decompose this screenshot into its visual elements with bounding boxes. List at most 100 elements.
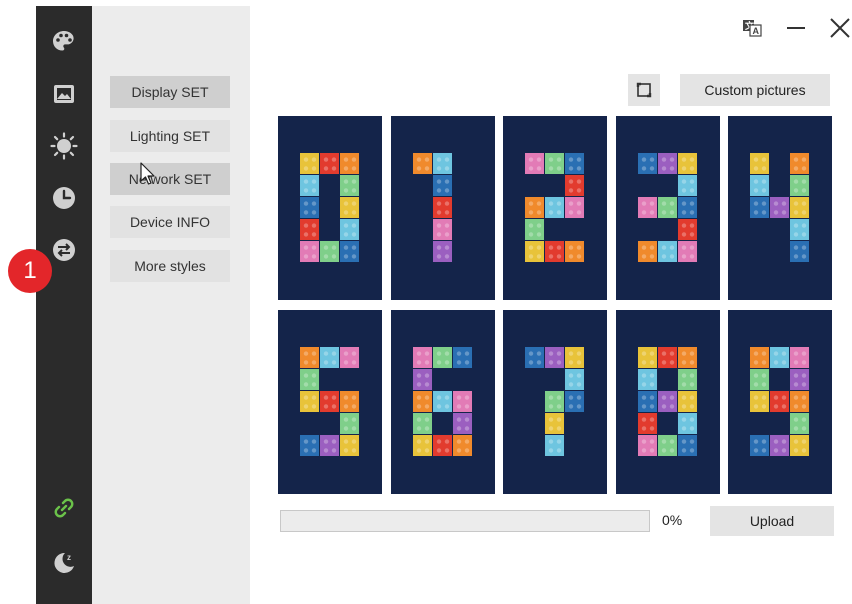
brick-stud <box>351 404 357 409</box>
brick <box>545 391 564 412</box>
brick-stud <box>669 245 674 250</box>
brick-stud <box>781 448 787 453</box>
brick-stud <box>641 157 646 162</box>
brick-stud <box>689 404 694 409</box>
brick-stud <box>436 351 441 356</box>
brick-stud <box>536 166 542 171</box>
digit-tile-5[interactable] <box>278 310 382 494</box>
brick-stud <box>436 245 441 250</box>
digit-tile-6[interactable] <box>390 310 495 494</box>
brick-stud <box>689 210 694 215</box>
menu-lighting-set[interactable]: Lighting SET <box>110 120 230 152</box>
brick-stud <box>793 245 799 250</box>
brick <box>677 435 697 456</box>
digit-glyph-2 <box>525 153 584 262</box>
digit-tile-3[interactable] <box>615 116 720 300</box>
close-icon[interactable] <box>826 14 852 42</box>
minimize-icon[interactable] <box>782 14 810 42</box>
brick <box>412 435 432 456</box>
brick-stud <box>576 373 582 378</box>
brick-stud <box>556 245 562 250</box>
brick-stud <box>793 382 799 387</box>
brick <box>790 241 809 262</box>
digit-tile-4[interactable] <box>728 116 832 300</box>
brick-stud <box>436 223 441 228</box>
menu-more-styles[interactable]: More styles <box>110 250 230 282</box>
brick-stud <box>464 351 469 356</box>
digit-tile-7[interactable] <box>503 310 607 494</box>
brick <box>432 175 452 196</box>
brick-stud <box>311 232 317 237</box>
crop-square-button[interactable] <box>628 74 660 106</box>
link-icon[interactable] <box>48 492 80 524</box>
brick-stud <box>801 232 807 237</box>
brick-stud <box>681 351 686 356</box>
brick-stud <box>689 201 694 206</box>
brick-stud <box>556 395 562 400</box>
brick-stud <box>761 439 767 444</box>
sun-icon[interactable] <box>48 130 80 162</box>
digit-tile-8[interactable] <box>615 310 720 494</box>
brick-stud <box>303 179 309 184</box>
custom-pictures-button[interactable]: Custom pictures <box>680 74 830 106</box>
brick-stud <box>416 395 421 400</box>
brick-stud <box>436 188 441 193</box>
clock-icon[interactable] <box>48 182 80 214</box>
brick-stud <box>801 373 807 378</box>
menu-device-info[interactable]: Device INFO <box>110 206 230 238</box>
digit-tile-0[interactable] <box>278 116 382 300</box>
brick-stud <box>536 360 542 365</box>
brick-stud <box>528 210 534 215</box>
brick-stud <box>689 223 694 228</box>
brick-stud <box>323 254 329 259</box>
sleep-moon-icon[interactable]: z <box>48 546 80 578</box>
brick-stud <box>641 448 646 453</box>
brick-stud <box>661 439 666 444</box>
brick-stud <box>416 351 421 356</box>
brick-stud <box>669 351 674 356</box>
translate-icon[interactable]: 文A <box>738 14 766 42</box>
upload-button[interactable]: Upload <box>710 506 834 536</box>
brick-stud <box>689 382 694 387</box>
brick-stud <box>424 439 429 444</box>
brick-stud <box>773 360 779 365</box>
brick-stud <box>444 439 449 444</box>
brick-stud <box>793 157 799 162</box>
palette-icon[interactable] <box>48 26 80 58</box>
brick <box>432 391 452 412</box>
brick-stud <box>416 417 421 422</box>
brick-stud <box>689 439 694 444</box>
digit-tile-2[interactable] <box>503 116 607 300</box>
brick <box>545 197 564 218</box>
digit-glyph-4 <box>750 153 809 262</box>
brick <box>412 369 432 390</box>
brick-stud <box>568 395 574 400</box>
digit-tile-1[interactable] <box>390 116 495 300</box>
svg-text:A: A <box>753 26 760 36</box>
brick-stud <box>528 254 534 259</box>
brick-stud <box>456 417 461 422</box>
brick-stud <box>444 448 449 453</box>
brick-stud <box>436 439 441 444</box>
brick-stud <box>781 395 787 400</box>
brick-stud <box>661 448 666 453</box>
brick-stud <box>781 351 787 356</box>
brick-stud <box>689 254 694 259</box>
brick-stud <box>556 417 562 422</box>
brick <box>340 413 359 434</box>
brick <box>432 219 452 240</box>
menu-network-set[interactable]: Network SET <box>110 163 230 195</box>
image-icon[interactable] <box>48 78 80 110</box>
brick-stud <box>303 157 309 162</box>
menu-display-set[interactable]: Display SET <box>110 76 230 108</box>
brick-stud <box>576 201 582 206</box>
brick-stud <box>681 404 686 409</box>
brick-stud <box>528 360 534 365</box>
digit-tile-9[interactable] <box>728 310 832 494</box>
brick <box>525 197 544 218</box>
brick <box>300 153 319 174</box>
brick-stud <box>351 157 357 162</box>
swap-icon[interactable] <box>48 234 80 266</box>
brick-stud <box>576 188 582 193</box>
brick <box>750 153 769 174</box>
